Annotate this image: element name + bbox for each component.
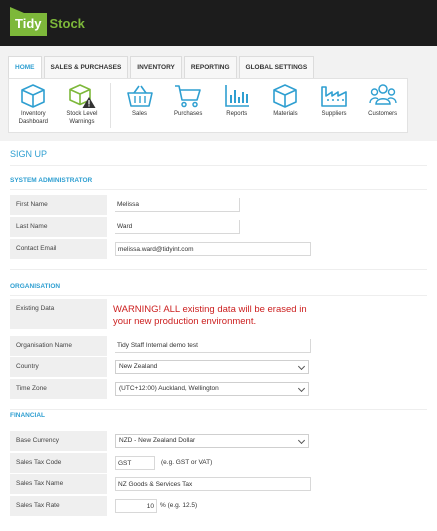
- timezone-row: Time Zone (UTC+12:00) Auckland, Wellingt…: [10, 379, 310, 399]
- base-currency-row: Base Currency NZD - New Zealand Dollar: [10, 431, 310, 451]
- chevron-down-icon: [297, 384, 306, 393]
- section-title-financial: FINANCIAL: [10, 412, 46, 419]
- ribbon-purchases[interactable]: Purchases: [164, 79, 213, 132]
- main-tabs: HOME SALES & PURCHASES INVENTORY REPORTI…: [8, 56, 316, 78]
- timezone-select[interactable]: (UTC+12:00) Auckland, Wellington: [115, 382, 309, 396]
- ribbon-suppliers[interactable]: Suppliers: [310, 79, 359, 132]
- country-value: New Zealand: [119, 363, 158, 370]
- tidystock-logo[interactable]: Tidy Stock: [10, 7, 85, 36]
- country-label: Country: [10, 357, 107, 377]
- email-row: Contact Email melissa.ward@tidyint.com: [10, 239, 311, 259]
- timezone-label: Time Zone: [10, 379, 107, 399]
- tax-name-label: Sales Tax Name: [10, 474, 107, 494]
- ribbon-sales[interactable]: Sales: [115, 79, 164, 132]
- ribbon-label: Customers: [368, 111, 398, 117]
- base-currency-select[interactable]: NZD - New Zealand Dollar: [115, 434, 309, 448]
- chevron-down-icon: [297, 436, 306, 445]
- base-currency-label: Base Currency: [10, 431, 107, 451]
- organisation-name-input[interactable]: Tidy Staff Internal demo test: [115, 339, 311, 353]
- ribbon-label: Suppliers: [321, 111, 347, 117]
- top-bar: Tidy Stock: [0, 0, 437, 46]
- timezone-value: (UTC+12:00) Auckland, Wellington: [119, 385, 219, 392]
- first-name-row: First Name Melissa: [10, 195, 310, 215]
- tax-name-input[interactable]: NZ Goods & Services Tax: [115, 477, 311, 491]
- tax-rate-row: Sales Tax Rate 10 % (e.g. 12.5): [10, 496, 310, 516]
- app-frame: HOME SALES & PURCHASES INVENTORY REPORTI…: [0, 46, 437, 531]
- ribbon-stock-level-warnings[interactable]: Stock Level Warnings: [58, 79, 107, 132]
- existing-data-label: Existing Data: [10, 299, 107, 329]
- ribbon-materials[interactable]: Materials: [261, 79, 310, 132]
- divider: [10, 165, 427, 166]
- page-title: SIGN UP: [10, 149, 48, 159]
- tax-rate-label: Sales Tax Rate: [10, 496, 107, 516]
- divider: [10, 295, 427, 296]
- logo-stock-text: Stock: [49, 16, 85, 31]
- cube-icon: [21, 84, 46, 108]
- factory-icon: [321, 86, 347, 107]
- ribbon-reports[interactable]: Reports: [213, 79, 262, 132]
- tax-code-input[interactable]: GST: [115, 456, 155, 470]
- last-name-row: Last Name Ward: [10, 217, 310, 237]
- ribbon-label: Sales: [132, 111, 148, 117]
- ribbon-separator: [110, 83, 112, 128]
- tax-code-row: Sales Tax Code GST (e.g. GST or VAT): [10, 453, 310, 473]
- ribbon-inventory-dashboard[interactable]: Inventory Dashboard: [9, 79, 58, 132]
- base-currency-value: NZD - New Zealand Dollar: [119, 437, 196, 444]
- tax-rate-input[interactable]: 10: [115, 499, 157, 513]
- first-name-label: First Name: [10, 195, 107, 215]
- chevron-down-icon: [297, 362, 306, 371]
- email-field[interactable]: melissa.ward@tidyint.com: [115, 242, 311, 256]
- last-name-input[interactable]: Ward: [115, 220, 240, 234]
- erase-warning: WARNING! ALL existing data will be erase…: [113, 304, 307, 327]
- logo-tidy-text: Tidy: [10, 7, 47, 36]
- tab-inventory[interactable]: INVENTORY: [130, 56, 182, 78]
- ribbon-customers[interactable]: Customers: [358, 79, 407, 132]
- ribbon-label: Reports: [226, 111, 248, 117]
- country-select[interactable]: New Zealand: [115, 360, 309, 374]
- divider: [10, 409, 427, 410]
- home-ribbon: Inventory Dashboard Stock Level Warnings…: [8, 78, 408, 133]
- people-icon: [368, 84, 397, 105]
- tax-code-label: Sales Tax Code: [10, 453, 107, 473]
- tab-home[interactable]: HOME: [8, 56, 42, 78]
- first-name-input[interactable]: Melissa: [115, 198, 240, 212]
- country-row: Country New Zealand: [10, 357, 310, 377]
- tab-reporting[interactable]: REPORTING: [183, 56, 237, 78]
- divider: [10, 189, 427, 190]
- basket-icon: [126, 85, 153, 107]
- tab-sales-purchases[interactable]: SALES & PURCHASES: [43, 56, 129, 78]
- tax-name-row: Sales Tax Name NZ Goods & Services Tax: [10, 474, 311, 494]
- cube-icon: [273, 84, 298, 108]
- cube-warning-icon: [69, 84, 96, 108]
- bar-chart-icon: [225, 85, 249, 107]
- last-name-label: Last Name: [10, 217, 107, 237]
- signup-panel: SIGN UP SYSTEM ADMINISTRATOR First Name …: [0, 141, 437, 531]
- tab-global-settings[interactable]: GLOBAL SETTINGS: [238, 56, 315, 78]
- email-label: Contact Email: [10, 239, 107, 259]
- divider: [10, 269, 427, 270]
- ribbon-label: Inventory Dashboard: [18, 111, 48, 125]
- organisation-name-label: Organisation Name: [10, 336, 107, 356]
- ribbon-label: Purchases: [174, 111, 203, 117]
- ribbon-label: Stock Level Warnings: [66, 111, 98, 125]
- cart-icon: [175, 85, 201, 108]
- tax-rate-hint: % (e.g. 12.5): [160, 502, 198, 509]
- section-title-organisation: ORGANISATION: [10, 283, 61, 290]
- organisation-name-row: Organisation Name Tidy Staff Internal de…: [10, 336, 311, 356]
- tax-code-hint: (e.g. GST or VAT): [161, 459, 213, 466]
- ribbon-label: Materials: [273, 111, 298, 117]
- section-title-admin: SYSTEM ADMINISTRATOR: [10, 177, 93, 184]
